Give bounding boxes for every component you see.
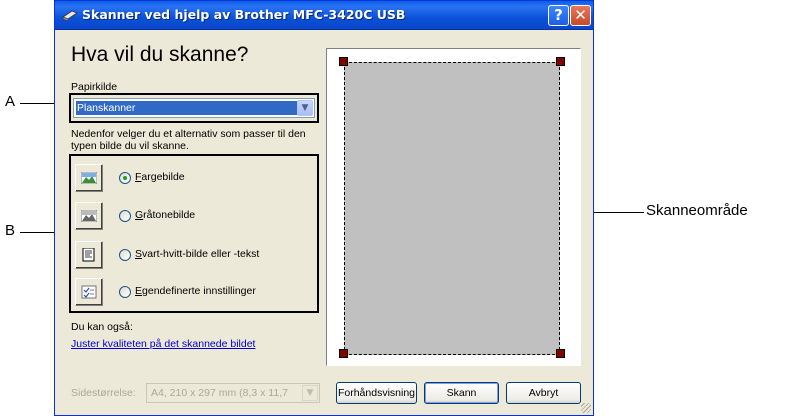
chevron-down-icon[interactable]: ▼ <box>302 385 318 401</box>
option-label: Egendefinerte innstillinger <box>135 285 256 297</box>
paper-source-label: Papirkilde <box>71 81 118 93</box>
page-size-select[interactable]: A4, 210 x 297 mm (8,3 x 11,7 ▼ <box>146 383 320 403</box>
also-label: Du kan også: <box>71 321 133 333</box>
paper-source-group: Planskanner ▼ <box>69 93 319 123</box>
scan-area[interactable] <box>344 62 560 355</box>
cancel-button[interactable]: Avbryt <box>506 382 581 404</box>
page-title: Hva vil du skanne? <box>71 43 249 66</box>
option-label: Gråtonebilde <box>135 209 196 221</box>
option-description: Nedenfor velger du et alternativ som pas… <box>71 128 306 152</box>
scanner-dialog: Skanner ved hjelp av Brother MFC-3420C U… <box>54 0 594 416</box>
option-label: Fargebilde <box>135 171 185 183</box>
option-black-white[interactable]: Svart-hvitt-bilde eller -tekst <box>71 241 311 275</box>
scanner-icon <box>62 10 78 22</box>
custom-settings-icon[interactable] <box>75 278 103 306</box>
scan-button[interactable]: Skann <box>424 382 499 404</box>
paper-source-value: Planskanner <box>76 101 298 115</box>
callout-a: A <box>5 93 16 110</box>
option-color-photo[interactable]: Fargebilde <box>71 164 311 198</box>
preview-area[interactable] <box>326 48 581 366</box>
page-size-label: Sidestørrelse: <box>71 387 136 399</box>
title-bar[interactable]: Skanner ved hjelp av Brother MFC-3420C U… <box>55 1 593 30</box>
black-white-text-icon[interactable] <box>75 241 103 269</box>
close-button[interactable]: ✕ <box>570 5 591 26</box>
grayscale-photo-icon[interactable] <box>75 202 103 230</box>
radio-color-photo[interactable] <box>119 172 131 184</box>
preview-button[interactable]: Forhåndsvisning <box>336 382 417 404</box>
radio-black-white[interactable] <box>119 249 131 261</box>
paper-source-select[interactable]: Planskanner ▼ <box>73 98 315 118</box>
resize-handle-top-right[interactable] <box>556 57 565 66</box>
page-size-value: A4, 210 x 297 mm (8,3 x 11,7 <box>151 387 288 399</box>
adjust-quality-link[interactable]: Juster kvaliteten på det skannede bildet <box>71 338 255 350</box>
resize-handle-bottom-right[interactable] <box>556 349 565 358</box>
resize-grip[interactable] <box>581 403 591 413</box>
resize-handle-bottom-left[interactable] <box>339 349 348 358</box>
radio-grayscale-photo[interactable] <box>119 210 131 222</box>
option-label: Svart-hvitt-bilde eller -tekst <box>135 248 260 260</box>
window-title: Skanner ved hjelp av Brother MFC-3420C U… <box>82 7 406 22</box>
color-photo-icon[interactable] <box>75 164 103 192</box>
callout-b: B <box>5 222 16 239</box>
option-custom-settings[interactable]: Egendefinerte innstillinger <box>71 278 311 312</box>
radio-custom-settings[interactable] <box>119 286 131 298</box>
chevron-down-icon[interactable]: ▼ <box>297 100 313 116</box>
scan-type-group: Fargebilde Gråtonebilde Svart-hvitt-bild… <box>69 154 319 313</box>
callout-scan-area: Skanneområde <box>646 202 748 219</box>
help-button[interactable]: ? <box>548 5 569 26</box>
option-grayscale-photo[interactable]: Gråtonebilde <box>71 202 311 236</box>
resize-handle-top-left[interactable] <box>339 57 348 66</box>
